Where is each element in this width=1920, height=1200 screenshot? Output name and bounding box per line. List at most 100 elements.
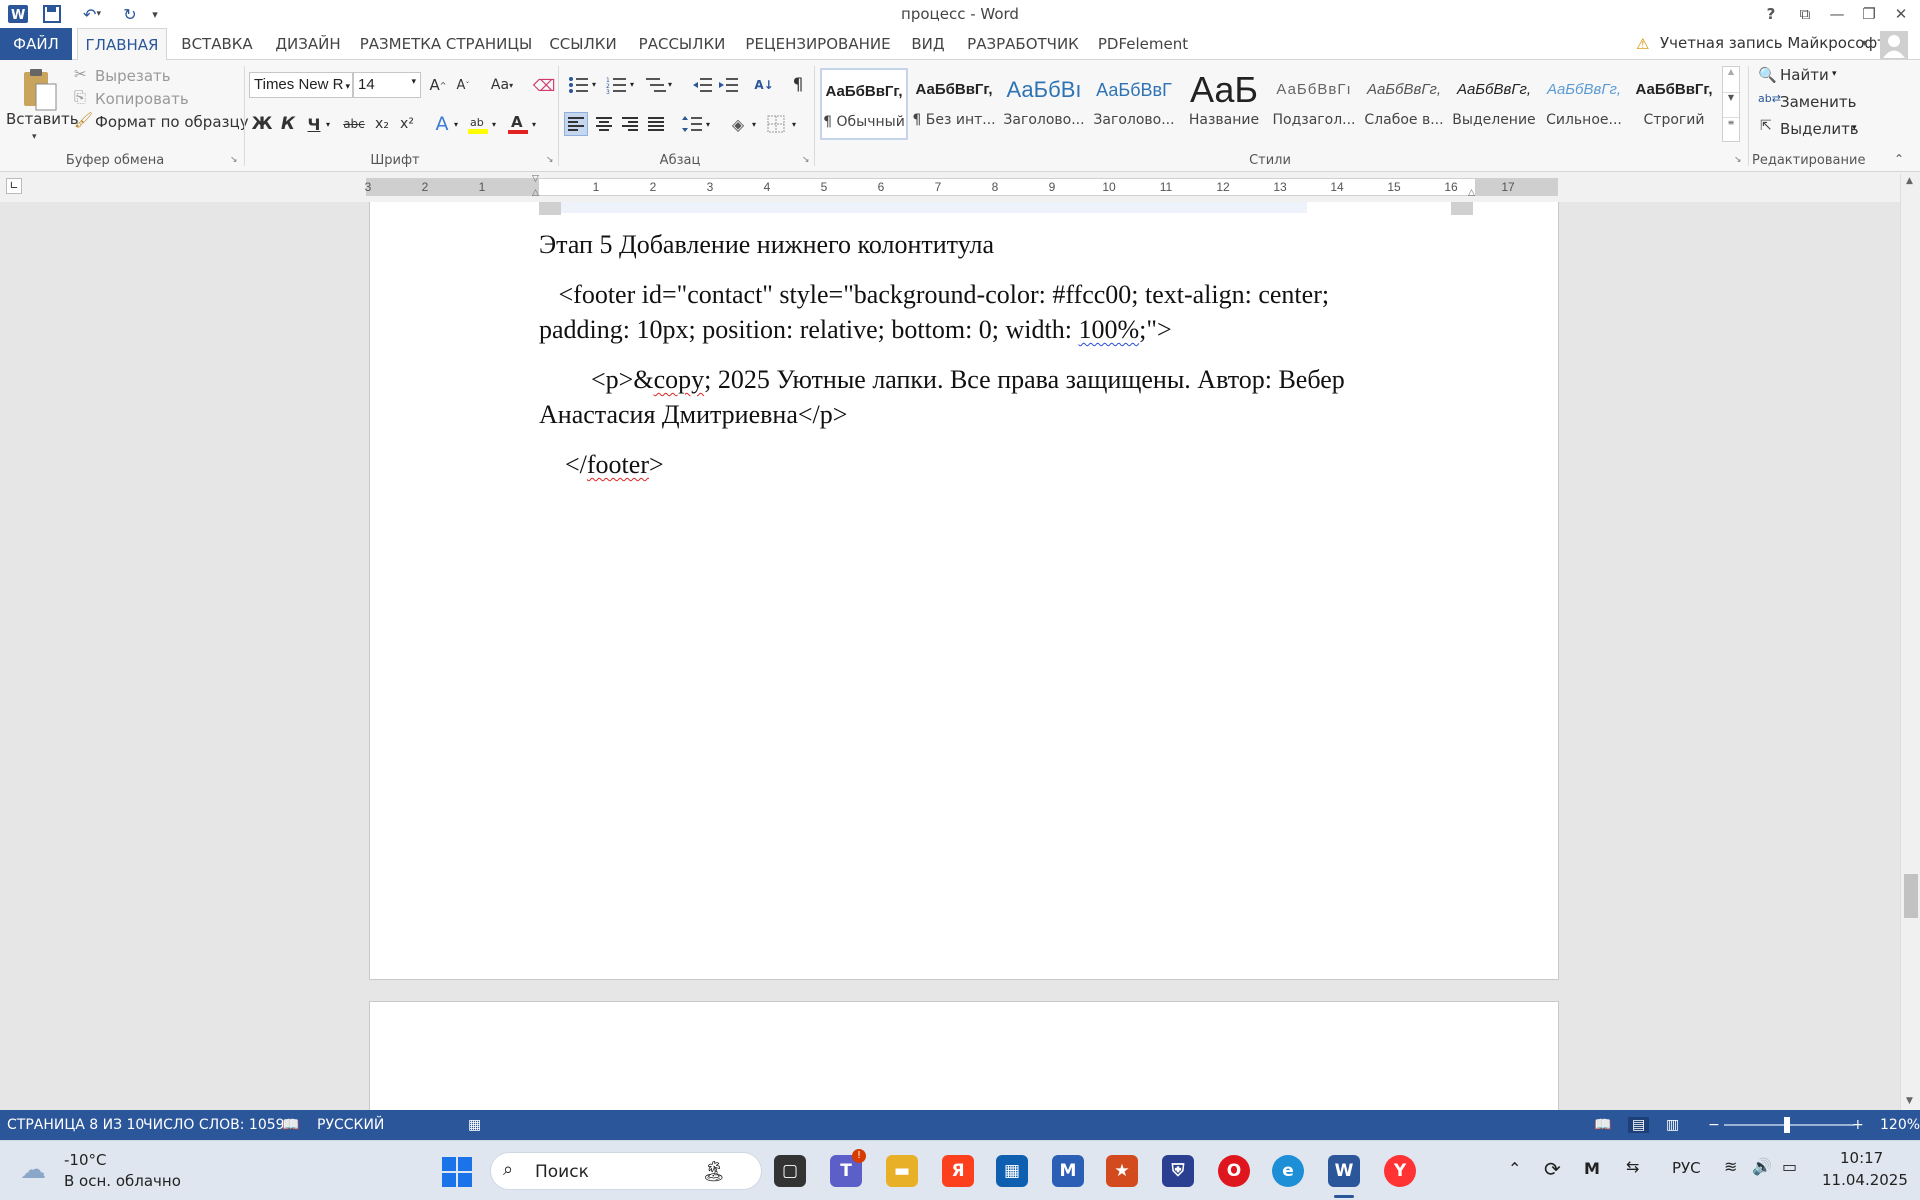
scroll-down-icon[interactable]: ▼	[1906, 1096, 1913, 1106]
bullets-dropdown-icon[interactable]: ▾	[592, 80, 596, 89]
first-line-indent-marker[interactable]: ▽	[532, 174, 539, 184]
language-indicator[interactable]: РУССКИЙ	[317, 1117, 384, 1133]
restore-icon[interactable]: ❐	[1854, 2, 1884, 26]
zoom-out-icon[interactable]: −	[1708, 1117, 1720, 1133]
decrease-indent-icon[interactable]	[690, 73, 714, 97]
document-page[interactable]: Этап 5 Добавление нижнего колонтитула <f…	[369, 202, 1559, 980]
paragraph-launcher-icon[interactable]: ↘	[802, 155, 810, 165]
windows-start-icon[interactable]	[442, 1157, 472, 1187]
vertical-scrollbar[interactable]: ▲ ▼	[1900, 174, 1920, 1110]
underline-dropdown-icon[interactable]: ▾	[326, 120, 330, 129]
tab-layout[interactable]: РАЗМЕТКА СТРАНИЦЫ	[357, 28, 535, 60]
select-dropdown-icon[interactable]: ▾	[1852, 123, 1857, 133]
cut-button[interactable]: Вырезать	[95, 67, 171, 85]
clock-time[interactable]: 10:17	[1840, 1149, 1883, 1167]
tab-design[interactable]: ДИЗАЙН	[268, 28, 348, 60]
sync-icon[interactable]: ⟳	[1544, 1157, 1561, 1181]
superscript-button[interactable]: x²	[395, 112, 419, 136]
strikethrough-button[interactable]: abc	[340, 112, 368, 136]
macro-record-icon[interactable]: ▦	[468, 1117, 481, 1133]
style-no-spacing[interactable]: АаБбВвГг, ¶ Без инт...	[910, 68, 998, 140]
paste-dropdown-icon[interactable]: ▾	[32, 132, 37, 142]
minimize-icon[interactable]: —	[1822, 2, 1852, 26]
select-button[interactable]: Выделить	[1780, 120, 1859, 138]
store-icon[interactable]: ▦	[996, 1155, 1028, 1187]
tab-view[interactable]: ВИД	[904, 28, 952, 60]
paste-button[interactable]: Вставить	[6, 110, 79, 128]
style-strong[interactable]: АаБбВвГг, Строгий	[1630, 68, 1718, 140]
align-center-icon[interactable]	[592, 112, 616, 136]
grammar-flag[interactable]: 100%	[1078, 315, 1139, 344]
ribbon-display-options-icon[interactable]: ⧉	[1790, 2, 1820, 26]
subscript-button[interactable]: x₂	[370, 112, 394, 136]
read-mode-icon[interactable]: 📖	[1594, 1117, 1611, 1133]
shading-dropdown-icon[interactable]: ▾	[752, 120, 756, 129]
increase-indent-icon[interactable]	[716, 73, 740, 97]
tab-selector[interactable]: ∟	[6, 178, 22, 194]
task-view-icon[interactable]: ▢	[774, 1155, 806, 1187]
borders-icon[interactable]	[764, 112, 788, 136]
tab-mailings[interactable]: РАССЫЛКИ	[632, 28, 732, 60]
grow-font-icon[interactable]: A ^	[426, 73, 450, 97]
italic-button[interactable]: К	[276, 112, 300, 136]
horizontal-ruler[interactable]: 3 2 1 1 2 3 4 5 6 7 8 9 10 11 12 13 14 15 16 17	[365, 178, 1558, 196]
tab-file[interactable]: ФАЙЛ	[0, 28, 72, 60]
account-label[interactable]: Учетная запись Майкрософт	[1660, 34, 1886, 52]
scroll-up-icon[interactable]: ▲	[1906, 176, 1913, 186]
tab-review[interactable]: РЕЦЕНЗИРОВАНИЕ	[742, 28, 894, 60]
tab-pdfelement[interactable]: PDFelement	[1094, 28, 1192, 60]
style-title[interactable]: АаБ Название	[1180, 68, 1268, 140]
numbering-icon[interactable]: 123	[604, 73, 628, 97]
styles-launcher-icon[interactable]: ↘	[1734, 155, 1742, 165]
user-avatar-icon[interactable]	[1880, 31, 1908, 59]
account-dropdown-icon[interactable]: ▾	[1862, 38, 1867, 49]
text-effects-dropdown-icon[interactable]: ▾	[454, 120, 458, 129]
tray-app-icon[interactable]: M	[1584, 1159, 1600, 1178]
spelling-flag[interactable]: footer	[587, 450, 649, 479]
multilevel-list-icon[interactable]	[644, 73, 668, 97]
sort-icon[interactable]: A↓	[752, 73, 776, 97]
style-heading-2[interactable]: АаБбВвГ Заголово...	[1090, 68, 1178, 140]
cloud-weather-icon[interactable]: ☁	[20, 1155, 46, 1185]
numbering-dropdown-icon[interactable]: ▾	[630, 80, 634, 89]
spelling-flag[interactable]: copy	[654, 365, 705, 394]
line-spacing-icon[interactable]	[680, 112, 704, 136]
scrollbar-thumb[interactable]	[1904, 874, 1918, 918]
multilevel-dropdown-icon[interactable]: ▾	[668, 80, 672, 89]
weather-temp[interactable]: -10°C	[64, 1151, 106, 1169]
clear-formatting-icon[interactable]: ⌫	[532, 73, 556, 97]
underline-button[interactable]: Ч	[302, 112, 326, 136]
replace-button[interactable]: Заменить	[1780, 93, 1857, 111]
font-name-combo[interactable]: Times New R ▾	[249, 72, 353, 98]
weather-description[interactable]: В осн. облачно	[64, 1172, 181, 1190]
doc-line-footer-close[interactable]: </footer>	[539, 447, 664, 482]
doc-line-paragraph-1[interactable]: <p>&copy; 2025 Уютные лапки. Все права з…	[539, 362, 1345, 397]
shield-app-icon[interactable]: ★	[1106, 1155, 1138, 1187]
right-indent-marker[interactable]: △	[1468, 188, 1475, 198]
tab-developer[interactable]: РАЗРАБОТЧИК	[962, 28, 1084, 60]
zoom-in-icon[interactable]: +	[1852, 1117, 1864, 1133]
font-color-dropdown-icon[interactable]: ▾	[532, 120, 536, 129]
show-formatting-button[interactable]: ¶	[786, 73, 810, 97]
style-normal[interactable]: АаБбВвГг, ¶ Обычный	[820, 68, 908, 140]
clipboard-launcher-icon[interactable]: ↘	[230, 155, 238, 165]
doc-line-footer-open-1[interactable]: <footer id="contact" style="background-c…	[539, 277, 1330, 312]
align-right-icon[interactable]	[618, 112, 642, 136]
font-color-icon[interactable]: A	[506, 112, 530, 136]
bold-button[interactable]: Ж	[250, 112, 274, 136]
tray-overflow-icon[interactable]: ⌃	[1508, 1159, 1521, 1178]
highlight-icon[interactable]: ab	[466, 112, 490, 136]
paste-icon[interactable]	[18, 68, 58, 112]
security-app-icon[interactable]: ⛨	[1162, 1155, 1194, 1187]
tab-references[interactable]: ССЫЛКИ	[545, 28, 621, 60]
print-layout-icon[interactable]: ▤	[1628, 1117, 1650, 1133]
style-intense-emphasis[interactable]: АаБбВвГг, Сильное...	[1540, 68, 1628, 140]
next-document-page[interactable]	[369, 1001, 1559, 1110]
proofing-icon[interactable]: 📖	[282, 1117, 299, 1133]
clock-date[interactable]: 11.04.2025	[1822, 1171, 1908, 1189]
tab-home[interactable]: ГЛАВНАЯ	[77, 28, 167, 61]
word-count[interactable]: ЧИСЛО СЛОВ: 1059	[143, 1117, 285, 1133]
doc-line-footer-open-2[interactable]: padding: 10px; position: relative; botto…	[539, 312, 1172, 347]
style-emphasis[interactable]: АаБбВвГг, Выделение	[1450, 68, 1538, 140]
find-button[interactable]: Найти	[1780, 66, 1829, 84]
